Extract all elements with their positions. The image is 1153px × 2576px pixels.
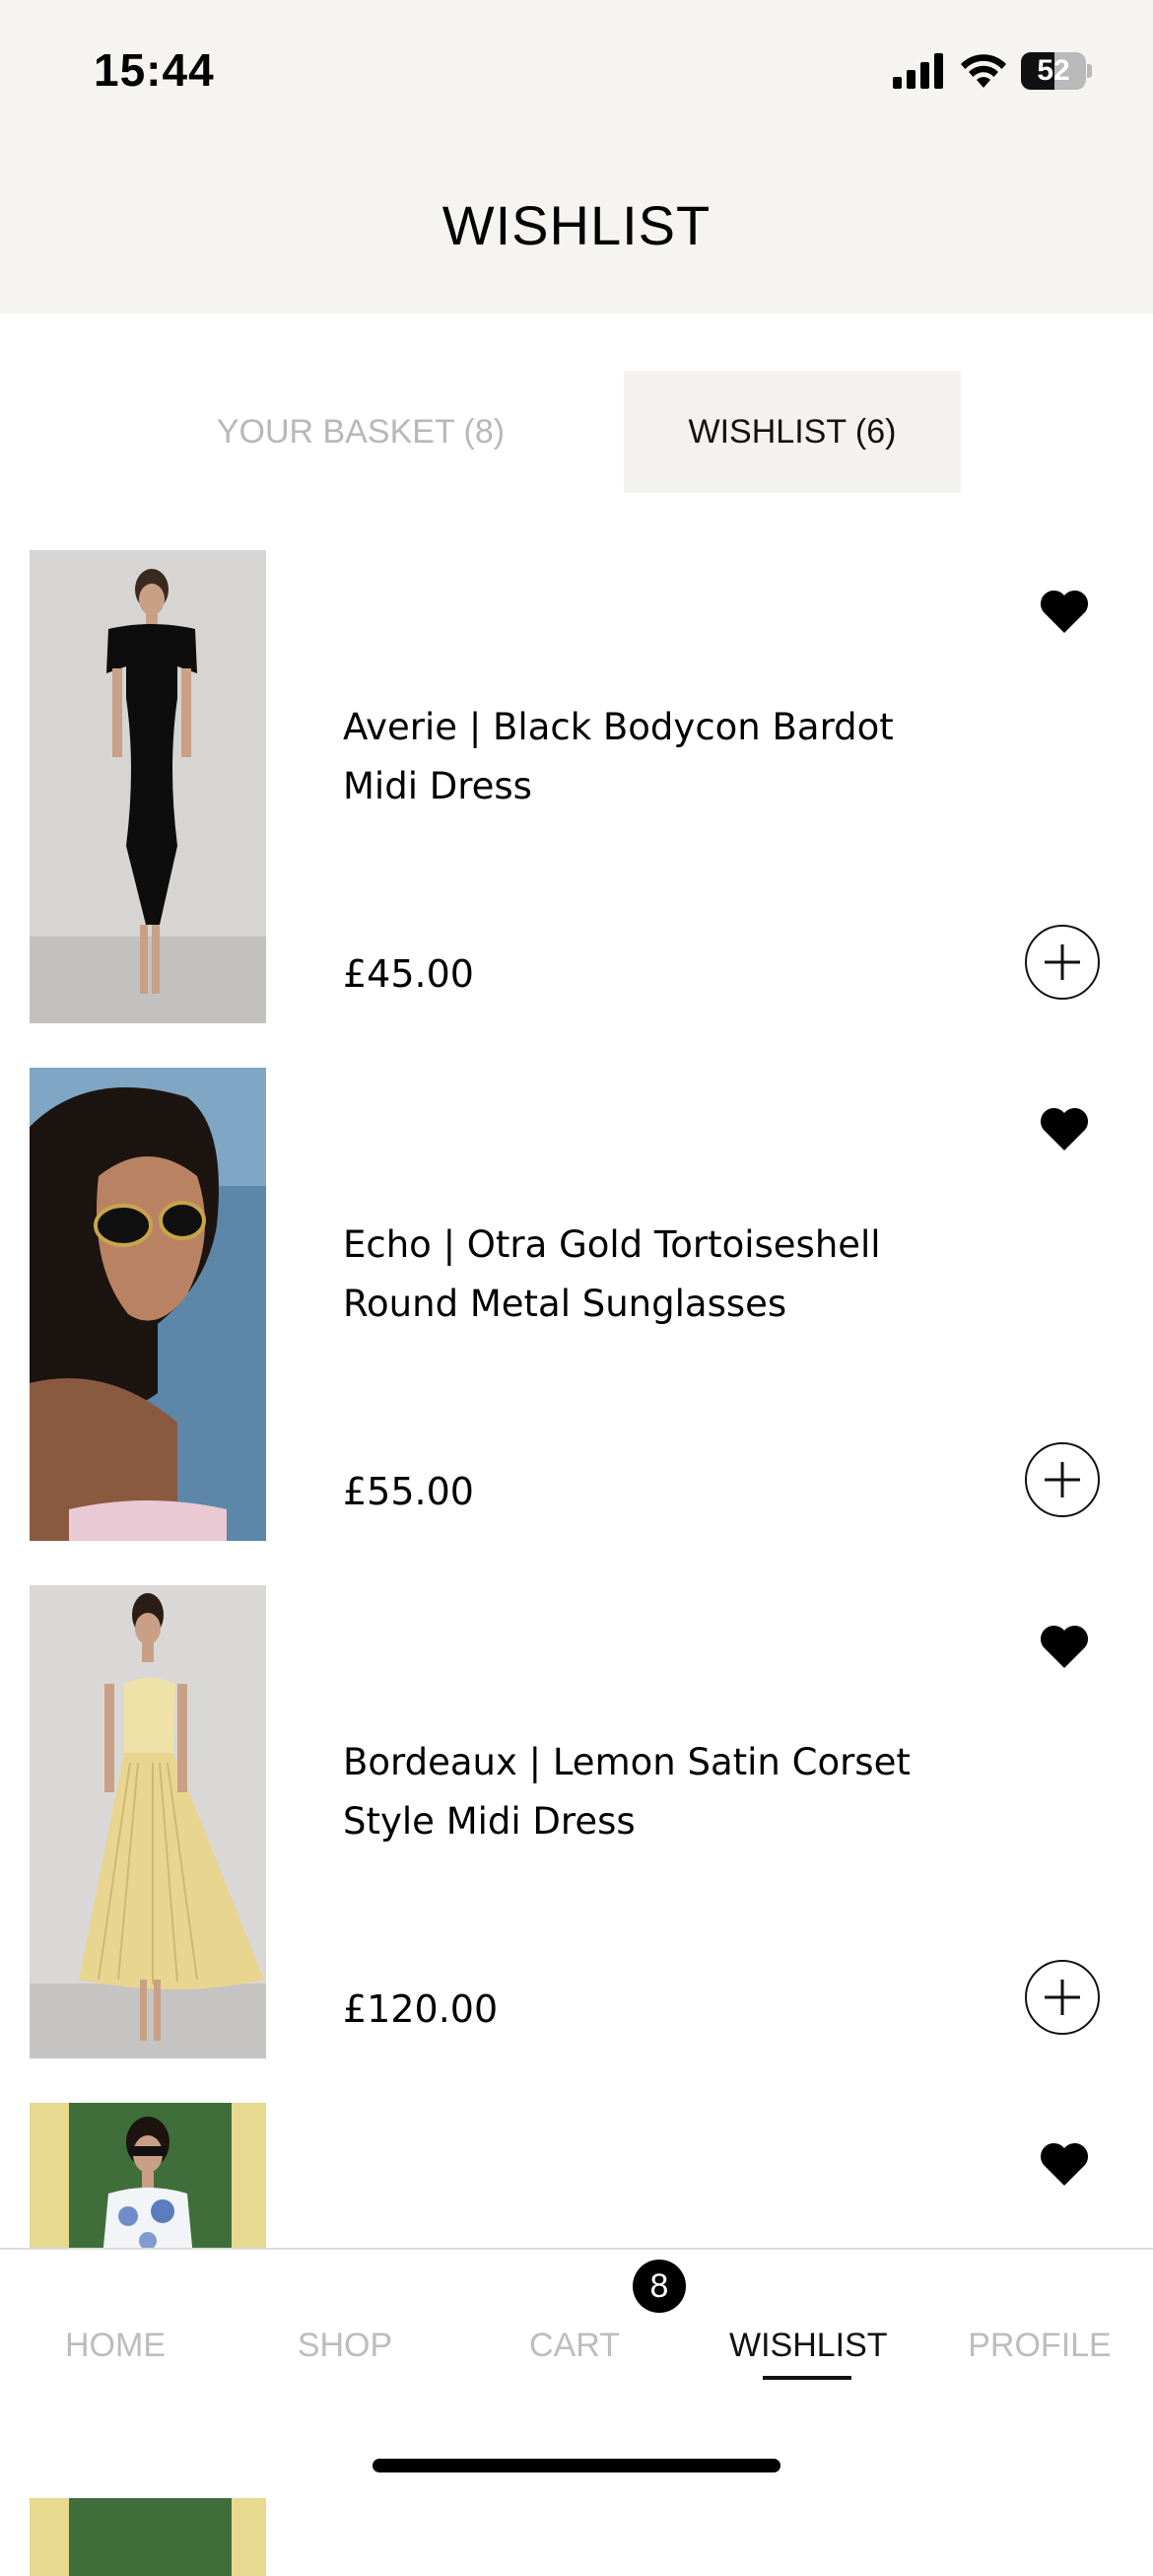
plus-circle-icon <box>1045 944 1080 980</box>
nav-shop[interactable]: SHOP <box>281 2327 409 2365</box>
plus-circle-icon <box>1045 1980 1080 2015</box>
status-icons: 52 <box>893 49 1092 93</box>
product-price: £55.00 <box>343 1470 474 1513</box>
product-price: £45.00 <box>343 952 474 996</box>
wishlist-item: Bordeaux | Lemon Satin Corset Style Midi… <box>0 1585 1153 2058</box>
product-name[interactable]: Bordeaux | Lemon Satin Corset Style Midi… <box>343 1733 974 1851</box>
plus-circle-icon <box>1045 1462 1080 1497</box>
heart-icon[interactable] <box>1039 588 1090 635</box>
nav-cart[interactable]: CART <box>510 2327 639 2365</box>
product-image-sunglasses[interactable] <box>30 1068 266 1541</box>
battery-percentage: 52 <box>1037 54 1070 87</box>
wifi-icon <box>961 54 1006 88</box>
status-time: 15:44 <box>94 44 215 96</box>
product-name[interactable]: Averie | Black Bodycon Bardot Midi Dress <box>343 698 974 816</box>
home-indicator[interactable] <box>373 2459 780 2472</box>
cart-count-badge: 8 <box>633 2260 686 2313</box>
nav-wishlist[interactable]: WISHLIST <box>729 2327 888 2365</box>
header: 15:44 52 WISHLIST <box>0 0 1153 313</box>
product-name[interactable]: Echo | Otra Gold Tortoiseshell Round Met… <box>343 1216 974 1334</box>
heart-icon[interactable] <box>1039 2140 1090 2188</box>
heart-icon[interactable] <box>1039 1623 1090 1670</box>
wishlist-item: Echo | Otra Gold Tortoiseshell Round Met… <box>0 1068 1153 1541</box>
active-nav-indicator <box>763 2376 851 2380</box>
heart-icon[interactable] <box>1039 1105 1090 1152</box>
add-to-basket-button[interactable] <box>1025 1960 1100 2035</box>
nav-home[interactable]: HOME <box>51 2327 179 2365</box>
battery-icon: 52 <box>1021 52 1092 90</box>
product-price: £120.00 <box>343 1987 499 2031</box>
bottom-nav: HOME SHOP CART 8 WISHLIST PROFILE <box>0 2248 1153 2498</box>
page-title: WISHLIST <box>441 194 712 256</box>
cellular-signal-icon <box>893 53 943 89</box>
tab-your-basket[interactable]: YOUR BASKET (8) <box>193 371 528 493</box>
add-to-basket-button[interactable] <box>1025 1442 1100 1517</box>
wishlist-item: Averie | Black Bodycon Bardot Midi Dress… <box>0 550 1153 1023</box>
product-image-lemon-dress[interactable] <box>30 1585 266 2058</box>
tab-wishlist[interactable]: WISHLIST (6) <box>624 371 961 493</box>
product-image-black-dress[interactable] <box>30 550 266 1023</box>
add-to-basket-button[interactable] <box>1025 925 1100 1000</box>
nav-profile[interactable]: PROFILE <box>961 2327 1119 2365</box>
